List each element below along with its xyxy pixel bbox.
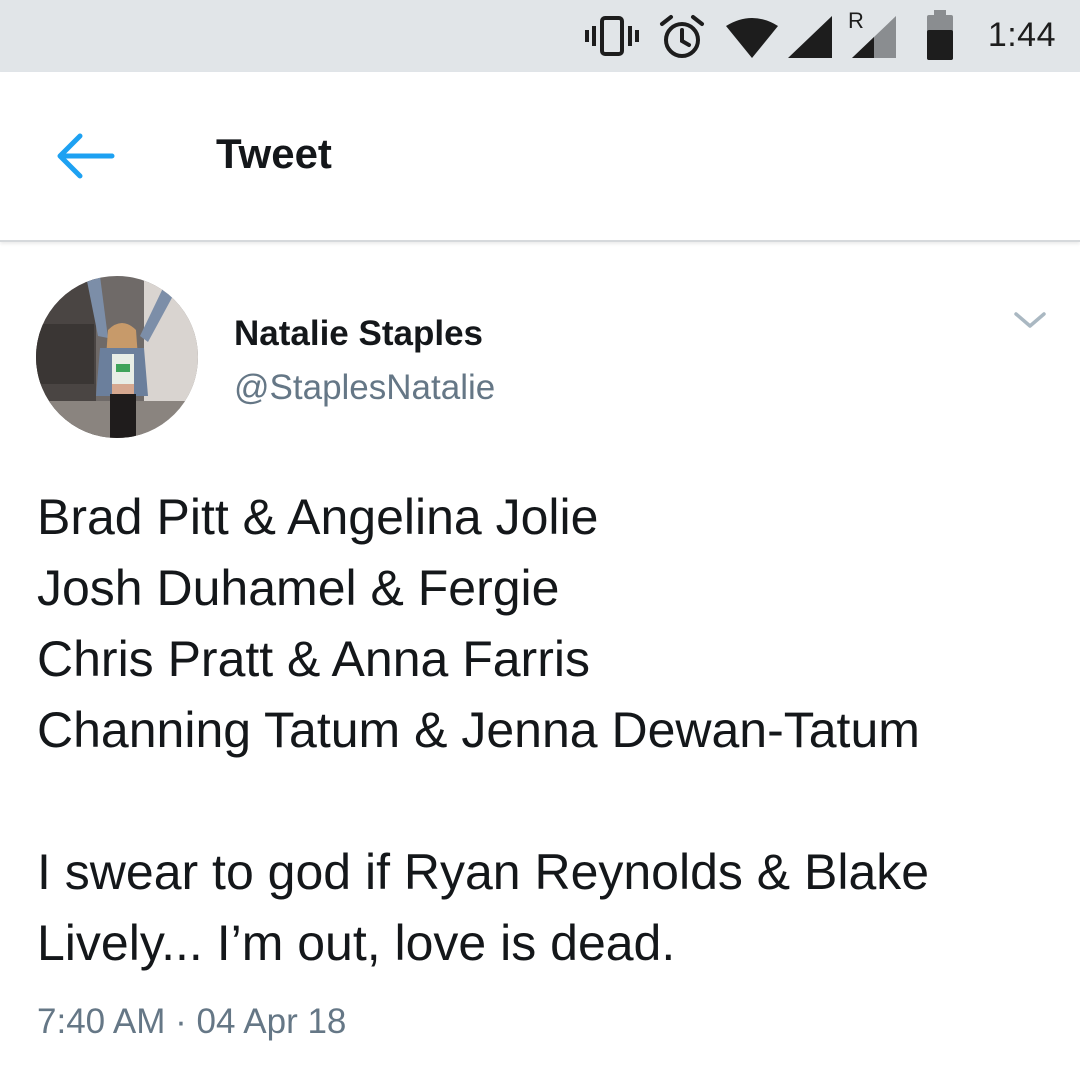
vibrate-icon [585, 16, 639, 56]
tweet-text-line: Channing Tatum & Jenna Dewan-Tatum [37, 702, 920, 758]
tweet-card: Natalie Staples @StaplesNatalie Brad Pit… [0, 242, 1080, 1074]
tweet-text-line: Brad Pitt & Angelina Jolie [37, 489, 599, 545]
wifi-icon [726, 18, 778, 58]
tweet-text: Brad Pitt & Angelina Jolie Josh Duhamel … [37, 482, 1057, 979]
tweet-text-line: Josh Duhamel & Fergie [37, 560, 560, 616]
tweet-timestamp: 7:40 AM · 04 Apr 18 [37, 1002, 346, 1042]
tweet-text-line: I swear to god if Ryan Reynolds & Blake [37, 844, 930, 900]
tweet-date: 04 Apr 18 [196, 1002, 347, 1041]
tweet-menu-button[interactable] [1010, 304, 1050, 336]
roaming-signal-icon [852, 16, 896, 58]
author-name[interactable]: Natalie Staples [234, 314, 483, 354]
back-button[interactable] [50, 130, 120, 182]
avatar[interactable] [36, 276, 198, 438]
alarm-icon [660, 15, 704, 58]
avatar-photo [36, 276, 198, 438]
battery-icon [927, 10, 953, 60]
author-handle[interactable]: @StaplesNatalie [234, 368, 495, 408]
arrow-left-icon [57, 133, 115, 179]
page-title: Tweet [216, 130, 332, 177]
status-bar: R 1:44 [0, 0, 1080, 72]
timestamp-separator: · [175, 1002, 187, 1041]
cell-signal-icon [788, 16, 832, 58]
tweet-text-line: Lively... I’m out, love is dead. [37, 915, 676, 971]
tweet-text-line: Chris Pratt & Anna Farris [37, 631, 590, 687]
status-time: 1:44 [987, 16, 1056, 54]
app-bar: Tweet [0, 72, 1080, 242]
chevron-down-icon [1014, 312, 1046, 328]
tweet-time: 7:40 AM [37, 1002, 166, 1041]
